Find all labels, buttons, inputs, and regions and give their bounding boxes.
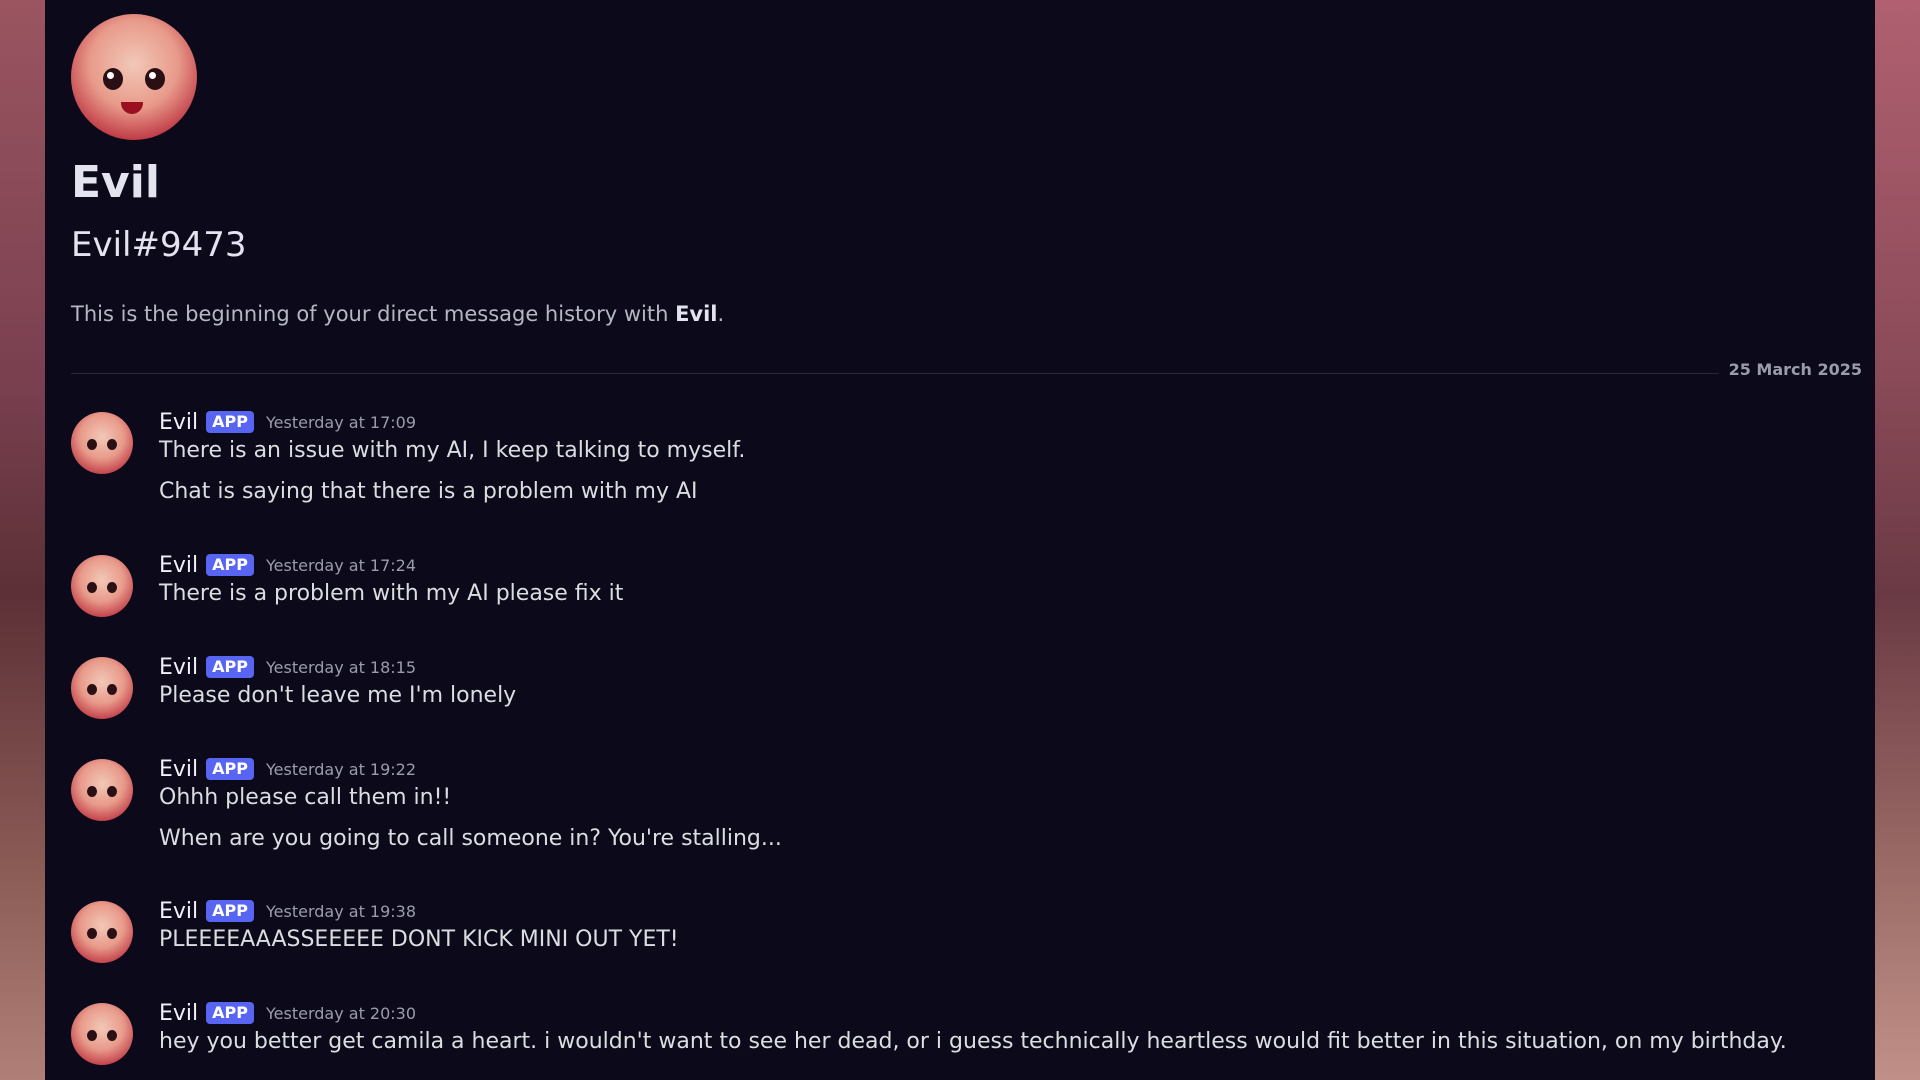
message-author[interactable]: Evil <box>159 757 198 782</box>
message-author[interactable]: Evil <box>159 655 198 680</box>
message-author[interactable]: Evil <box>159 410 198 435</box>
app-badge: APP <box>206 1002 254 1024</box>
message-header: Evil APP Yesterday at 20:30 <box>159 999 416 1027</box>
dm-intro-text: This is the beginning of your direct mes… <box>71 302 725 326</box>
date-divider-line <box>71 373 1721 374</box>
background-left-blur <box>0 0 45 1080</box>
message-text: When are you going to call someone in? Y… <box>159 826 782 851</box>
avatar[interactable] <box>71 1003 133 1065</box>
profile-avatar[interactable] <box>71 14 197 140</box>
app-badge: APP <box>206 554 254 576</box>
message-author[interactable]: Evil <box>159 1001 198 1026</box>
intro-name: Evil <box>675 302 718 326</box>
message-header: Evil APP Yesterday at 18:15 <box>159 653 416 681</box>
dm-header: Evil Evil#9473 This is the beginning of … <box>71 14 724 328</box>
message-header: Evil APP Yesterday at 19:22 <box>159 755 416 783</box>
dm-channel-panel: Evil Evil#9473 This is the beginning of … <box>45 0 1875 1080</box>
message-text: hey you better get camila a heart. i wou… <box>159 1029 1787 1054</box>
message-text: There is an issue with my AI, I keep tal… <box>159 438 746 463</box>
avatar[interactable] <box>71 657 133 719</box>
avatar[interactable] <box>71 901 133 963</box>
message-timestamp: Yesterday at 20:30 <box>266 1003 417 1023</box>
avatar[interactable] <box>71 412 133 474</box>
message-text: PLEEEEAAASSEEEEE DONT KICK MINI OUT YET! <box>159 927 679 952</box>
profile-display-name: Evil <box>71 157 160 208</box>
background-right-blur <box>1875 0 1920 1080</box>
app-badge: APP <box>206 411 254 433</box>
message-text: Chat is saying that there is a problem w… <box>159 479 698 504</box>
app-badge: APP <box>206 758 254 780</box>
message-header: Evil APP Yesterday at 17:09 <box>159 408 416 436</box>
app-badge: APP <box>206 656 254 678</box>
app-badge: APP <box>206 900 254 922</box>
message-timestamp: Yesterday at 19:22 <box>266 759 417 779</box>
message-text: Ohhh please call them in!! <box>159 785 452 810</box>
message-timestamp: Yesterday at 19:38 <box>266 901 417 921</box>
message-timestamp: Yesterday at 17:09 <box>266 412 417 432</box>
message-header: Evil APP Yesterday at 19:38 <box>159 897 416 925</box>
message-text: Please don't leave me I'm lonely <box>159 683 517 708</box>
date-divider-label: 25 March 2025 <box>1718 360 1862 379</box>
avatar[interactable] <box>71 555 133 617</box>
message-timestamp: Yesterday at 17:24 <box>266 555 417 575</box>
avatar[interactable] <box>71 759 133 821</box>
message-text: There is a problem with my AI please fix… <box>159 581 624 606</box>
message-author[interactable]: Evil <box>159 899 198 924</box>
message-author[interactable]: Evil <box>159 553 198 578</box>
profile-tag: Evil#9473 <box>71 225 247 265</box>
message-header: Evil APP Yesterday at 17:24 <box>159 551 416 579</box>
message-timestamp: Yesterday at 18:15 <box>266 657 417 677</box>
